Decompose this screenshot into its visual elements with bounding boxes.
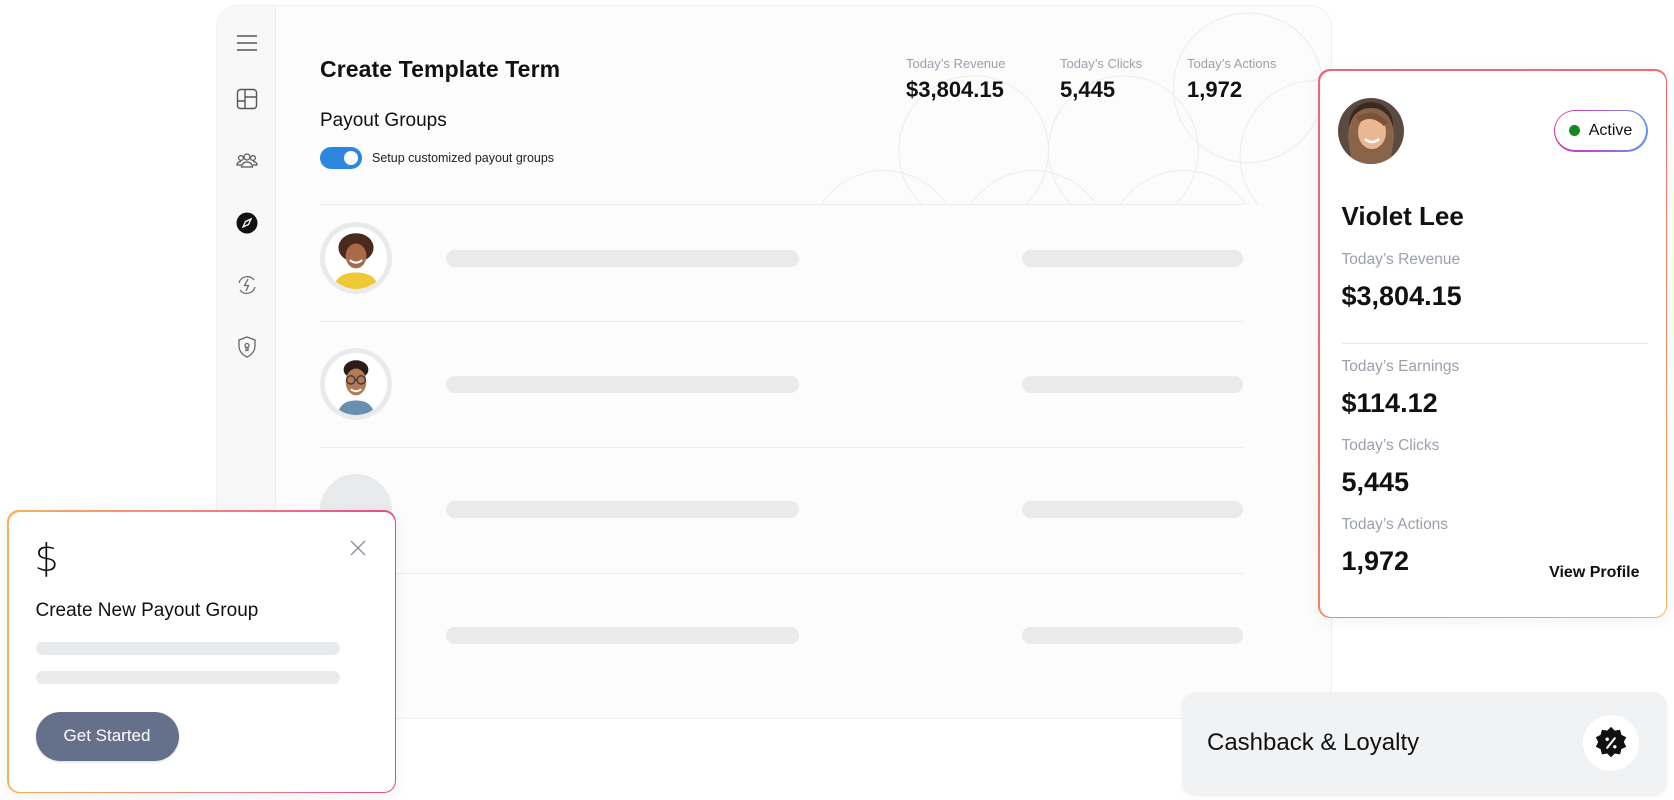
close-icon[interactable]	[349, 539, 367, 557]
stat-label: Today’s Revenue	[906, 56, 1006, 71]
hamburger-menu-icon[interactable]	[234, 30, 260, 56]
actions-label: Today’s Actions	[1341, 515, 1449, 533]
skeleton-bar	[446, 627, 799, 644]
skeleton-bar	[1022, 376, 1243, 393]
stat-clicks: Today’s Clicks 5,445	[1060, 56, 1142, 103]
row-divider	[320, 573, 1243, 574]
page-title: Create Template Term	[320, 56, 561, 82]
discount-badge-icon	[1595, 726, 1627, 758]
cashback-loyalty-card[interactable]: Cashback & Loyalty	[1182, 692, 1667, 796]
create-payout-group-card: $ Create New Payout Group Get Started	[7, 510, 396, 793]
revenue-value: $3,804.15	[1341, 280, 1462, 311]
avatar	[320, 222, 392, 294]
lightning-refresh-icon[interactable]	[234, 272, 260, 298]
stat-label: Today’s Clicks	[1060, 56, 1143, 71]
status-text: Active	[1588, 121, 1633, 139]
status-badge: Active	[1553, 109, 1648, 152]
payout-groups-toggle[interactable]	[320, 147, 362, 169]
row-divider	[320, 204, 1243, 205]
clicks-label: Today’s Clicks	[1341, 436, 1440, 454]
profile-avatar	[1337, 97, 1404, 164]
get-started-button[interactable]: Get Started	[35, 711, 179, 761]
profile-divider	[1341, 342, 1648, 344]
users-group-icon[interactable]	[234, 147, 260, 173]
stat-label: Today’s Actions	[1187, 56, 1277, 71]
skeleton-bar	[35, 641, 340, 655]
revenue-label: Today’s Revenue	[1341, 250, 1461, 268]
clicks-value: 5,445	[1341, 466, 1410, 497]
toggle-knob	[344, 151, 358, 165]
skeleton-bar	[446, 250, 799, 267]
skeleton-bar	[1022, 627, 1243, 644]
stat-revenue: Today’s Revenue $3,804.15	[906, 56, 1006, 103]
stat-actions: Today’s Actions 1,972	[1187, 56, 1276, 103]
payout-card-title: Create New Payout Group	[35, 599, 259, 621]
man-avatar-icon	[325, 353, 387, 415]
stat-value: $3,804.15	[906, 77, 1004, 102]
actions-value: 1,972	[1341, 545, 1410, 576]
profile-name: Violet Lee	[1341, 200, 1464, 231]
earnings-label: Today’s Earnings	[1341, 357, 1460, 375]
profile-card: Active Violet Lee Today’s Revenue $3,804…	[1318, 69, 1667, 618]
skeleton-bar	[35, 670, 340, 684]
row-divider	[320, 321, 1243, 322]
stat-value: 5,445	[1060, 77, 1116, 102]
avatar	[320, 348, 392, 420]
skeleton-bar	[1022, 501, 1243, 518]
discount-badge-button[interactable]	[1583, 715, 1639, 771]
section-title: Payout Groups	[320, 110, 447, 131]
view-profile-link[interactable]: View Profile	[1549, 564, 1639, 582]
cashback-title: Cashback & Loyalty	[1207, 729, 1420, 756]
stat-value: 1,972	[1187, 77, 1243, 102]
toggle-label: Setup customized payout groups	[372, 151, 555, 165]
woman-avatar-icon	[325, 227, 387, 289]
row-divider	[320, 447, 1243, 448]
compass-icon[interactable]	[234, 210, 260, 236]
status-dot-icon	[1568, 125, 1580, 136]
dollar-icon: $	[34, 535, 59, 580]
woman-avatar-icon	[1337, 97, 1404, 164]
skeleton-bar	[446, 376, 799, 393]
skeleton-bar	[446, 501, 799, 518]
earnings-value: $114.12	[1341, 387, 1438, 418]
skeleton-bar	[1022, 250, 1243, 267]
shield-lock-icon[interactable]	[234, 334, 260, 360]
layout-grid-icon[interactable]	[234, 86, 260, 112]
